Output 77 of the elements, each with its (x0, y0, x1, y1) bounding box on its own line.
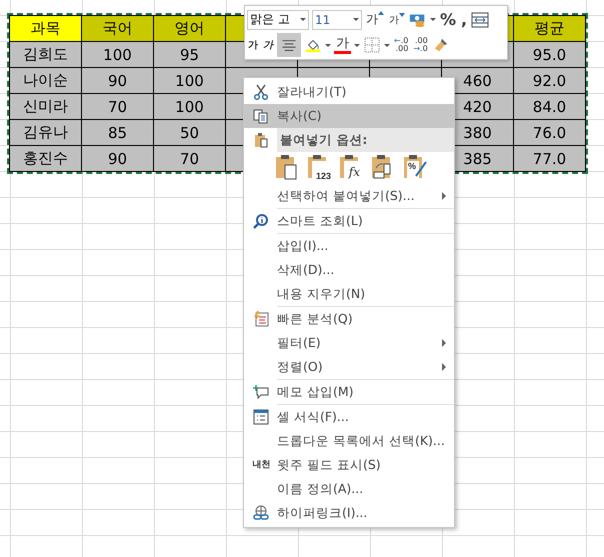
search-icon (252, 213, 268, 229)
menu-item[interactable]: 삭제(D)... (244, 258, 454, 282)
scissors-icon (252, 84, 268, 100)
phonetic-icon: 내천 (252, 460, 268, 470)
bold-button[interactable]: 가 (247, 38, 259, 52)
caret-icon[interactable] (384, 44, 390, 46)
merge-cells-icon[interactable] (471, 12, 490, 28)
menu-item[interactable]: 내용 지우기(N) (244, 282, 454, 306)
header-cell: 영어 (154, 16, 226, 42)
comma-button[interactable]: , (460, 10, 468, 29)
menu-item[interactable]: 선택하여 붙여넣기(S)... (244, 184, 454, 208)
table-cell: 95.0 (514, 42, 586, 68)
table-cell: 70 (82, 94, 154, 120)
hyperlink-icon (252, 505, 268, 521)
table-cell: 신미라 (10, 94, 82, 120)
percent-button[interactable]: % (439, 10, 458, 29)
down-arrow-icon (399, 12, 405, 16)
italic-button[interactable]: 가 (262, 38, 274, 52)
font-size-dropdown[interactable]: 11 (312, 10, 362, 30)
up-arrow-icon (378, 11, 384, 15)
table-cell: 77.0 (514, 146, 586, 172)
font-dropdown[interactable]: 맑은 고 (247, 10, 309, 30)
table-cell: 나이순 (10, 68, 82, 94)
table-cell: 95 (154, 42, 226, 68)
caret-icon[interactable] (354, 44, 360, 46)
fill-color-icon[interactable] (304, 37, 322, 53)
format-cells-icon (252, 409, 268, 425)
align-center-icon[interactable] (277, 33, 301, 57)
table-cell: 90 (82, 68, 154, 94)
menu-item[interactable]: 셀 서식(F)... (244, 405, 454, 429)
increase-decimal-button[interactable]: .00 →.0 (412, 37, 429, 53)
copy-icon (252, 108, 268, 124)
quick-analysis-icon (252, 311, 268, 327)
paste-values-button[interactable]: 123 (306, 154, 334, 182)
table-cell: 76.0 (514, 120, 586, 146)
menu-item[interactable]: 삽입(I)... (244, 234, 454, 258)
clipboard-icon (252, 132, 268, 148)
paste-formatting-button[interactable]: % (402, 154, 430, 182)
table-cell: 50 (154, 120, 226, 146)
comment-icon (252, 384, 268, 400)
shrink-font-button[interactable]: 가 (388, 12, 406, 26)
table-cell: 홍진수 (10, 146, 82, 172)
menu-item[interactable]: 필터(E) (244, 331, 454, 355)
table-cell: 김유나 (10, 120, 82, 146)
table-cell: 70 (154, 146, 226, 172)
caret-icon[interactable] (430, 18, 436, 21)
money-icon[interactable] (409, 12, 427, 28)
decrease-decimal-button[interactable]: ←.0 .00 (393, 37, 410, 53)
menu-item[interactable]: 드롭다운 목록에서 선택(K)... (244, 429, 454, 453)
menu-item[interactable]: 정렬(O) (244, 355, 454, 379)
paste-formula-button[interactable]: fx (338, 154, 366, 182)
table-cell: 92.0 (514, 68, 586, 94)
table-cell: 84.0 (514, 94, 586, 120)
submenu-arrow-icon (442, 339, 446, 347)
caret-icon[interactable] (325, 44, 331, 46)
submenu-arrow-icon (442, 192, 446, 200)
header-cell: 과목 (10, 16, 82, 42)
table-cell: 김희도 (10, 42, 82, 68)
borders-icon[interactable] (363, 37, 381, 53)
grow-font-button[interactable]: 가 (365, 11, 385, 28)
table-cell: 100 (154, 68, 226, 94)
table-cell: 100 (154, 94, 226, 120)
header-cell: 평균 (514, 16, 586, 42)
menu-item[interactable]: 빠른 분석(Q) (244, 307, 454, 331)
table-cell: 85 (82, 120, 154, 146)
submenu-arrow-icon (442, 363, 446, 371)
header-cell: 국어 (82, 16, 154, 42)
menu-item[interactable]: 하이퍼링크(I)... (244, 501, 454, 525)
menu-item[interactable]: 스마트 조회(L) (244, 209, 454, 233)
table-cell: 100 (82, 42, 154, 68)
menu-item[interactable]: 메모 삽입(M) (244, 380, 454, 404)
menu-item[interactable]: 복사(C) (244, 104, 454, 128)
section-header: 붙여넣기 옵션: (277, 128, 454, 152)
menu-item[interactable]: 이름 정의(A)... (244, 477, 454, 501)
menu-item[interactable]: 내천 윗주 필드 표시(S) (244, 453, 454, 477)
font-color-button[interactable]: 가 (334, 36, 351, 54)
table-cell: 90 (82, 146, 154, 172)
